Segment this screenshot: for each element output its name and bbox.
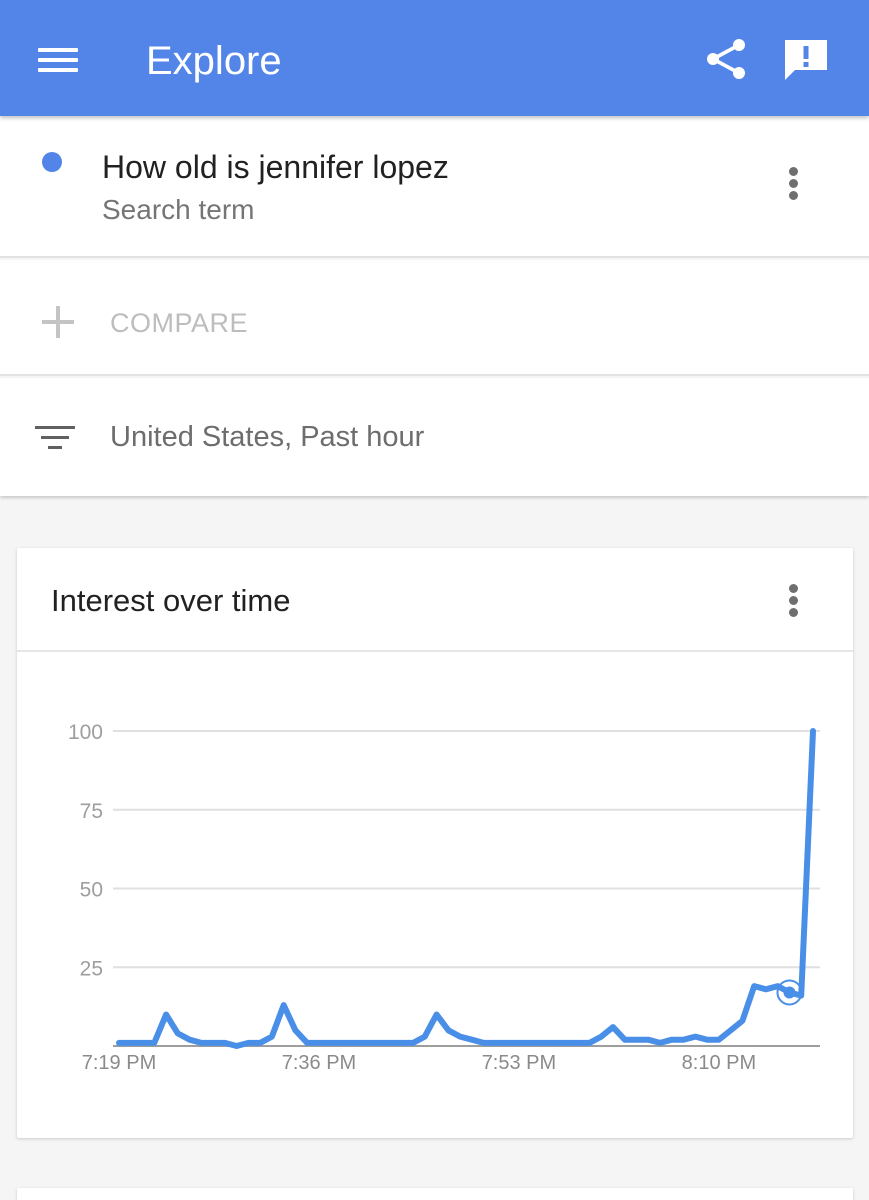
x-tick-label: 7:36 PM [282,1052,356,1074]
search-term-row[interactable] [0,116,869,258]
filter-label: United States, Past hour [110,421,425,453]
y-tick-label: 100 [68,721,103,744]
plus-icon [42,306,74,338]
page-title: Explore [146,39,282,83]
data-point [783,986,796,999]
more-vert-icon[interactable] [784,165,804,205]
search-term-subtitle: Search term [102,194,255,225]
feedback-icon[interactable] [782,37,830,83]
hamburger-menu-icon[interactable] [38,46,80,74]
share-icon[interactable] [703,36,749,82]
x-tick-label: 7:19 PM [82,1052,156,1074]
y-tick-label: 75 [80,800,103,823]
y-tick-label: 50 [80,879,103,902]
interest-chart: 25 50 75 100 7:19 PM 7:36 PM 7:53 PM 8:10 PM [68,721,820,1074]
app-bar: Explore [0,0,869,116]
search-term-name: How old is jennifer lopez [102,149,449,185]
x-tick-label: 8:10 PM [682,1052,756,1074]
y-tick-label: 25 [80,957,103,980]
next-card [17,1188,853,1200]
filter-icon [35,424,75,454]
x-tick-label: 7:53 PM [482,1052,556,1074]
term-color-dot [42,152,62,172]
interest-over-time-card: Interest over time 25 50 75 100 7:19 PM 7:36 … [17,548,853,1138]
compare-label: COMPARE [110,308,249,338]
